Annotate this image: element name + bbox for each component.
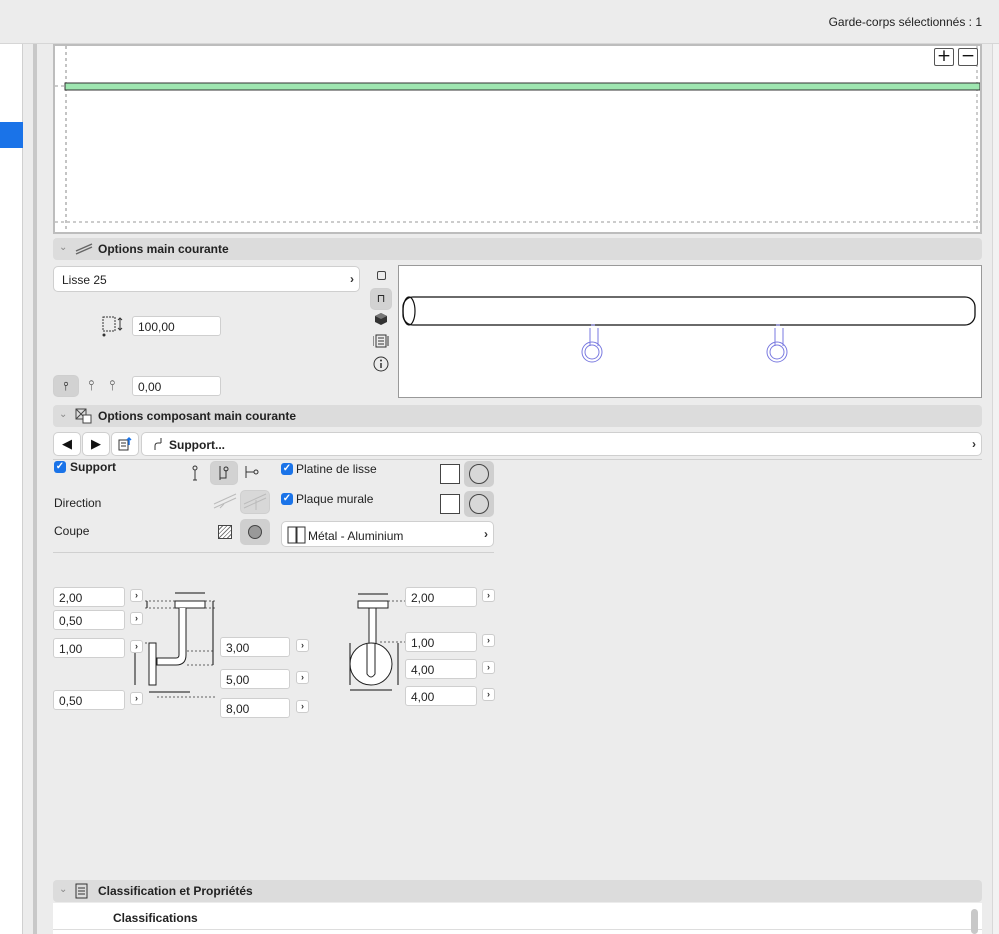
chevron-down-icon: ⌄ [59, 409, 68, 420]
direction-2-icon[interactable] [240, 490, 270, 514]
component-settings-icon[interactable] [111, 432, 139, 456]
plaque-checkbox[interactable]: ✓ [281, 493, 293, 505]
dim-l1-arrow[interactable]: › [130, 589, 143, 602]
coupe-label: Coupe [54, 524, 90, 538]
arrow-left-icon[interactable]: ◀ [53, 432, 81, 456]
profile-value: Lisse 25 [62, 273, 107, 287]
section-title: Options main courante [98, 242, 229, 256]
panel-splitter[interactable] [33, 44, 37, 934]
platine-label: Platine de lisse [296, 462, 377, 476]
dim-field-l4[interactable]: 0,50 [53, 690, 125, 710]
divider [53, 929, 982, 930]
profile-select[interactable]: Lisse 25 › [53, 266, 360, 292]
classification-list: Classifications [53, 903, 982, 934]
component-selected: Support... [169, 438, 225, 452]
dim-l3-arrow[interactable]: › [130, 640, 143, 653]
dim-m3-arrow[interactable]: › [296, 700, 309, 713]
classifications-heading: Classifications [113, 911, 198, 925]
offset-field[interactable]: 0,00 [132, 376, 221, 396]
platine-checkbox[interactable]: ✓ [281, 463, 293, 475]
dim-field-m3[interactable]: 8,00 [220, 698, 290, 718]
dim-field-m1[interactable]: 3,00 [220, 637, 290, 657]
component-select[interactable]: Support... › [141, 432, 982, 456]
height-field[interactable]: 100,00 [132, 316, 221, 336]
dim-r1-arrow[interactable]: › [482, 589, 495, 602]
dim-field-r3[interactable]: 4,00 [405, 659, 477, 679]
chevron-right-icon: › [484, 527, 488, 541]
support-icon [152, 437, 164, 454]
preview-canvas [55, 46, 980, 232]
plaque-round-button[interactable] [464, 491, 494, 517]
platine-round-button[interactable] [464, 461, 494, 487]
dim-m1-arrow[interactable]: › [296, 639, 309, 652]
support-front-diagram [345, 590, 410, 700]
railing-icon [75, 241, 93, 258]
direction-1-icon[interactable] [212, 492, 238, 515]
dim-m2-arrow[interactable]: › [296, 671, 309, 684]
direction-label: Direction [54, 496, 102, 510]
section-composant[interactable]: ⌄ Options composant main courante [53, 405, 982, 427]
cube-icon[interactable] [374, 312, 388, 329]
section-title: Classification et Propriétés [98, 884, 253, 898]
plaque-square-button[interactable] [440, 494, 460, 514]
support-type-1-icon[interactable] [190, 464, 200, 485]
handrail-section-drawing [402, 296, 976, 363]
list-icon[interactable] [372, 334, 389, 351]
section-main-courante[interactable]: ⌄ Options main courante [53, 238, 982, 260]
chevron-right-icon: › [972, 437, 976, 451]
offset-mode-3-icon[interactable]: ⫯ [109, 377, 115, 394]
plaque-label: Plaque murale [296, 492, 374, 506]
railing-preview[interactable]: + − [53, 44, 982, 234]
component-icon [75, 408, 93, 427]
support-type-3-icon[interactable] [244, 464, 260, 483]
info-icon[interactable] [373, 356, 389, 375]
section-view-icon[interactable]: ⊓ [370, 288, 392, 310]
height-icon [100, 313, 124, 344]
plan-view-icon[interactable] [377, 271, 386, 280]
dim-field-r4[interactable]: 4,00 [405, 686, 477, 706]
coupe-round-button[interactable] [240, 519, 270, 545]
dim-r3-arrow[interactable]: › [482, 661, 495, 674]
dim-r4-arrow[interactable]: › [482, 688, 495, 701]
dim-r2-arrow[interactable]: › [482, 634, 495, 647]
arrow-right-icon[interactable]: ▶ [82, 432, 110, 456]
chevron-down-icon: ⌄ [59, 242, 68, 253]
chevron-right-icon: › [350, 272, 354, 286]
dim-l2-arrow[interactable]: › [130, 612, 143, 625]
right-scroll-edge[interactable] [992, 44, 999, 934]
dim-field-l3[interactable]: 1,00 [53, 638, 125, 658]
coupe-hatch-button[interactable] [218, 525, 232, 539]
chevron-down-icon: ⌄ [59, 884, 68, 895]
zoom-out-button[interactable]: − [958, 48, 978, 66]
selection-count: Garde-corps sélectionnés : 1 [828, 15, 982, 29]
divider [53, 459, 982, 460]
dim-l4-arrow[interactable]: › [130, 692, 143, 705]
platine-square-button[interactable] [440, 464, 460, 484]
scrollbar-thumb[interactable] [971, 909, 978, 934]
zoom-in-button[interactable]: + [934, 48, 954, 66]
dim-field-r2[interactable]: 1,00 [405, 632, 477, 652]
offset-mode-2-icon[interactable]: ⫯ [88, 377, 94, 394]
left-panel-selected-item[interactable] [0, 122, 23, 148]
offset-mode-1-icon[interactable]: ⫯ [53, 375, 79, 397]
material-value: Métal - Aluminium [308, 529, 404, 543]
document-icon [75, 883, 89, 902]
material-icon [287, 526, 307, 547]
section-title: Options composant main courante [98, 409, 297, 423]
divider [53, 552, 494, 553]
dim-field-l2[interactable]: 0,50 [53, 610, 125, 630]
support-label: Support [70, 460, 116, 474]
left-panel [0, 44, 23, 934]
dim-field-m2[interactable]: 5,00 [220, 669, 290, 689]
support-type-2-icon[interactable] [210, 461, 238, 485]
rail-plan [64, 82, 980, 91]
material-select[interactable]: Métal - Aluminium › [281, 521, 494, 547]
dim-field-r1[interactable]: 2,00 [405, 587, 477, 607]
support-checkbox[interactable]: ✓ [54, 461, 66, 473]
dim-field-l1[interactable]: 2,00 [53, 587, 125, 607]
section-classification[interactable]: ⌄ Classification et Propriétés [53, 880, 982, 902]
profile-preview [398, 265, 982, 398]
